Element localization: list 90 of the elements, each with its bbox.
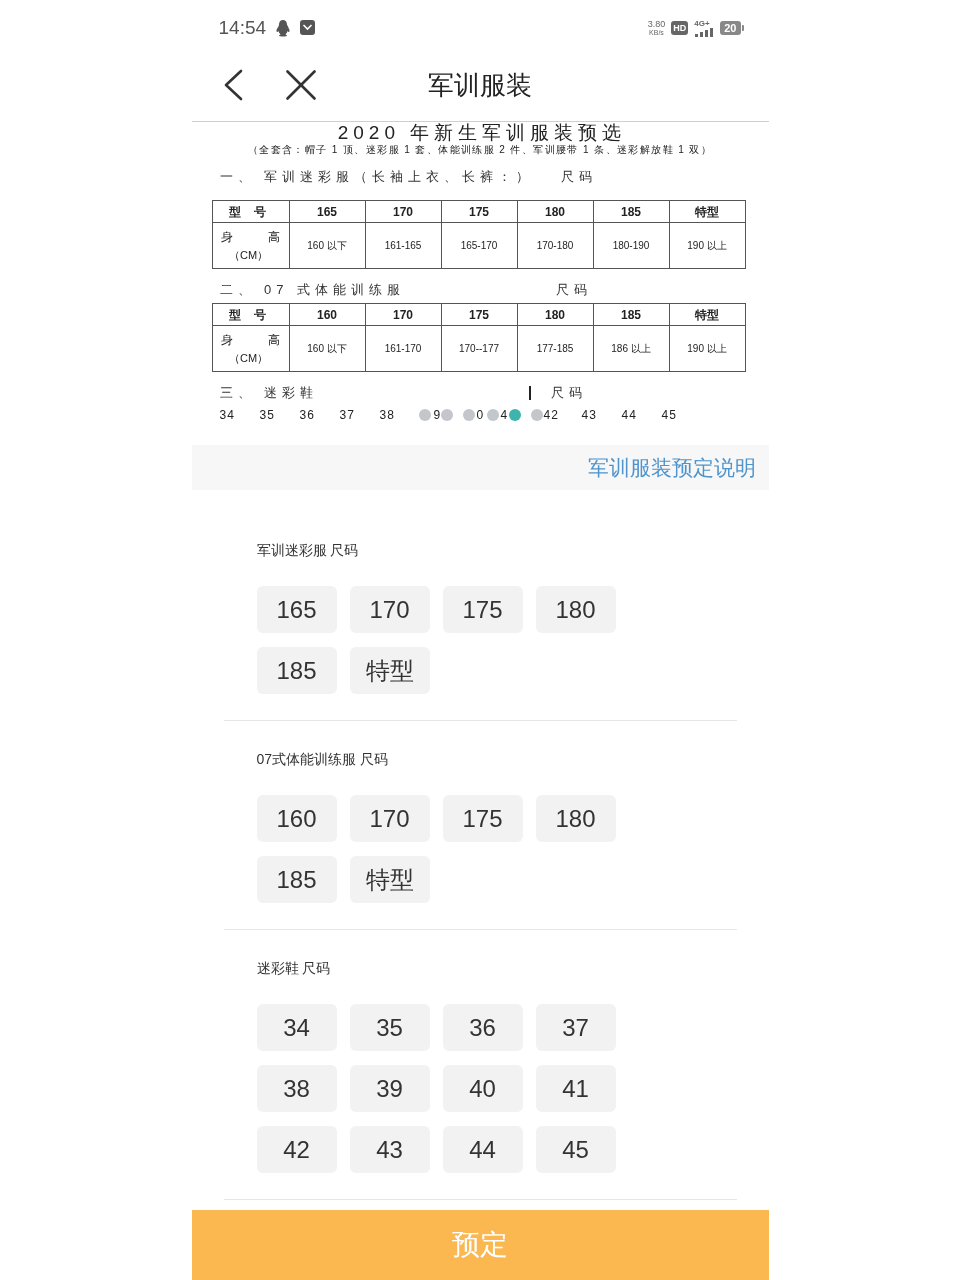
- row-unit: （CM）: [227, 350, 270, 366]
- table-cell: 186 以上: [593, 326, 670, 372]
- size-option[interactable]: 175: [442, 795, 523, 842]
- size-option[interactable]: 185: [256, 647, 337, 694]
- size-option[interactable]: 35: [349, 1004, 430, 1051]
- size-option[interactable]: 44: [442, 1126, 523, 1173]
- back-icon: [222, 69, 243, 101]
- table-header-cell: 185: [593, 201, 670, 223]
- size-option[interactable]: 39: [349, 1065, 430, 1112]
- table-header-cell: 型 号: [212, 304, 290, 326]
- size-heading: 尺码: [555, 282, 592, 298]
- size-option[interactable]: 40: [442, 1065, 523, 1112]
- size-option[interactable]: 38: [256, 1065, 337, 1112]
- size-option[interactable]: 37: [535, 1004, 616, 1051]
- shoe-size: 4: [500, 408, 509, 422]
- size-option[interactable]: 特型: [349, 647, 430, 694]
- table-header-cell: 185: [593, 304, 670, 326]
- network-speed-value: 3.80: [647, 19, 666, 29]
- hd-badge: HD: [671, 20, 689, 35]
- penguin-icon: [276, 18, 291, 37]
- section-heading: 二、 07 式体能训练服: [219, 282, 407, 298]
- table-cell: 160 以下: [289, 223, 366, 269]
- table-header-cell: 170: [365, 304, 442, 326]
- size-option[interactable]: 170: [349, 586, 430, 633]
- size-option[interactable]: 185: [256, 856, 337, 903]
- shoe-size: 38: [379, 408, 395, 422]
- size-group-label: 迷彩鞋 尺码: [256, 959, 332, 978]
- row-label: 身 高: [220, 331, 281, 348]
- row-unit: （CM）: [227, 247, 270, 263]
- table-header-cell: 170: [365, 201, 442, 223]
- table-cell: 177-185: [517, 326, 594, 372]
- size-option[interactable]: 160: [256, 795, 337, 842]
- signal-icon: [694, 27, 715, 37]
- size-option[interactable]: 36: [442, 1004, 523, 1051]
- close-button[interactable]: [284, 69, 317, 101]
- table-header-cell: 特型: [669, 304, 746, 326]
- table-header-cell: 180: [517, 201, 594, 223]
- section-heading: 一、 军训迷彩服（长袖上衣、长裤：）: [219, 169, 536, 185]
- shoe-size: 34: [219, 408, 235, 422]
- row-label: 身 高: [220, 228, 281, 245]
- table-header-cell: 型 号: [212, 201, 290, 223]
- shoe-size: 42: [543, 408, 559, 422]
- page-title: 军训服装: [428, 69, 532, 101]
- shoe-size: 35: [259, 408, 275, 422]
- size-option[interactable]: 42: [256, 1126, 337, 1173]
- shoe-size: 44: [621, 408, 637, 422]
- size-option[interactable]: 34: [256, 1004, 337, 1051]
- battery-indicator: 20: [720, 20, 744, 35]
- table-cell: 190 以上: [669, 223, 746, 269]
- table-cell: 180-190: [593, 223, 670, 269]
- shoe-size: 37: [339, 408, 355, 422]
- envelope-icon: [300, 20, 316, 35]
- size-option[interactable]: 170: [349, 795, 430, 842]
- shoe-size: 43: [581, 408, 597, 422]
- table-cell: 161-165: [365, 223, 442, 269]
- table-header-cell: 175: [441, 304, 518, 326]
- table-header-cell: 175: [441, 201, 518, 223]
- size-option[interactable]: 41: [535, 1065, 616, 1112]
- size-heading: 尺码: [550, 385, 587, 401]
- size-option[interactable]: 175: [442, 586, 523, 633]
- table-header-cell: 180: [517, 304, 594, 326]
- shoe-size: 0: [476, 408, 485, 422]
- shoe-size: 9: [433, 408, 442, 422]
- table-cell: 170--177: [441, 326, 518, 372]
- table-cell: 190 以上: [669, 326, 746, 372]
- size-option[interactable]: 180: [535, 586, 616, 633]
- text-cursor-icon: [528, 386, 531, 400]
- document-title: 2020 年新生军训服装预选: [336, 122, 627, 144]
- table-header-cell: 165: [289, 201, 366, 223]
- size-option[interactable]: 43: [349, 1126, 430, 1173]
- status-time: 14:54: [218, 16, 267, 39]
- table-cell: 161-170: [365, 326, 442, 372]
- section-heading: 三、 迷彩鞋: [219, 385, 320, 401]
- table-cell: 170-180: [517, 223, 594, 269]
- size-option[interactable]: 45: [535, 1126, 616, 1173]
- shoe-size: 36: [299, 408, 315, 422]
- network-type: 4G+: [694, 18, 710, 28]
- table-cell: 160 以下: [289, 326, 366, 372]
- shoe-size: 45: [661, 408, 677, 422]
- size-heading: 尺码: [560, 169, 597, 185]
- document-subtitle: （全套含：帽子 1 顶、迷彩服 1 套、体能训练服 2 件、军训腰带 1 条、迷彩解放鞋 1 双）: [247, 144, 713, 156]
- size-group-label: 军训迷彩服 尺码: [256, 541, 360, 560]
- table-header-cell: 160: [289, 304, 366, 326]
- size-option[interactable]: 165: [256, 586, 337, 633]
- close-icon: [285, 70, 316, 100]
- size-option[interactable]: 180: [535, 795, 616, 842]
- size-option[interactable]: 特型: [349, 856, 430, 903]
- table-cell: 165-170: [441, 223, 518, 269]
- size-group-label: 07式体能训练服 尺码: [256, 750, 389, 769]
- table-header-cell: 特型: [669, 201, 746, 223]
